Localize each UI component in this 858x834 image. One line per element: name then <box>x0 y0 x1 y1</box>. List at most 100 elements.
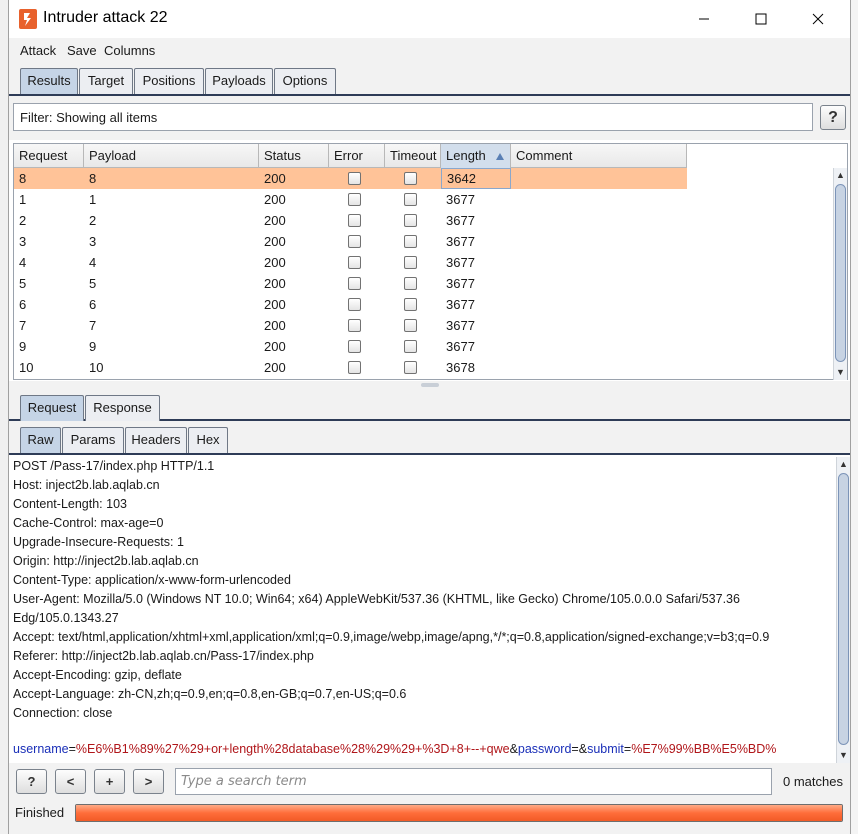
pane-splitter[interactable] <box>9 381 850 389</box>
error-checkbox <box>348 172 361 185</box>
request-line: Accept-Language: zh-CN,zh;q=0.9,en;q=0.8… <box>13 687 407 701</box>
results-scrollbar[interactable]: ▲ ▼ <box>833 168 847 380</box>
scroll-down-icon[interactable]: ▼ <box>837 748 850 762</box>
help-button[interactable]: ? <box>820 105 846 130</box>
status-cell: 200 <box>264 339 286 354</box>
request-scrollbar[interactable]: ▲ ▼ <box>836 457 850 763</box>
title-bar: Intruder attack 22 <box>9 0 850 38</box>
request-cell: 5 <box>19 276 27 291</box>
tab-positions[interactable]: Positions <box>134 68 204 94</box>
payload-cell: 3 <box>89 234 97 249</box>
table-row[interactable]: 2 2 200 3677 <box>14 210 687 231</box>
length-cell: 3677 <box>446 339 475 354</box>
length-cell: 3677 <box>446 276 475 291</box>
table-row[interactable]: 5 5 200 3677 <box>14 273 687 294</box>
column-header-comment[interactable]: Comment <box>511 144 687 168</box>
tab-raw[interactable]: Raw <box>20 427 61 453</box>
timeout-checkbox <box>404 214 417 227</box>
maximize-button[interactable] <box>738 0 784 38</box>
scroll-thumb[interactable] <box>835 184 846 362</box>
tab-request[interactable]: Request <box>20 395 84 421</box>
comment-cell <box>511 273 687 294</box>
tab-target[interactable]: Target <box>79 68 133 94</box>
sort-ascending-icon <box>496 153 504 160</box>
tab-payloads[interactable]: Payloads <box>205 68 273 94</box>
table-row[interactable]: 1 1 200 3677 <box>14 189 687 210</box>
close-icon <box>812 13 824 25</box>
search-bar: ? < + > 0 matches <box>9 763 850 799</box>
error-checkbox <box>348 256 361 269</box>
param-join: & <box>509 742 518 756</box>
param-key-submit: submit <box>587 742 624 756</box>
splitter-grip-icon[interactable] <box>421 383 439 387</box>
table-header: Request Payload Status Error Timeout Len… <box>14 144 687 168</box>
tab-hex[interactable]: Hex <box>188 427 228 453</box>
table-row[interactable]: 7 7 200 3677 <box>14 315 687 336</box>
request-cell: 3 <box>19 234 27 249</box>
column-header-timeout[interactable]: Timeout <box>385 144 441 168</box>
request-line: Accept-Encoding: gzip, deflate <box>13 668 182 682</box>
payload-cell: 10 <box>89 360 104 375</box>
table-row[interactable]: 6 6 200 3677 <box>14 294 687 315</box>
burp-logo-icon <box>19 9 37 29</box>
scroll-up-icon[interactable]: ▲ <box>834 168 847 182</box>
timeout-checkbox <box>404 361 417 374</box>
request-line: Edg/105.0.1343.27 <box>13 611 119 625</box>
column-header-request[interactable]: Request <box>14 144 84 168</box>
column-header-payload[interactable]: Payload <box>84 144 259 168</box>
tab-params[interactable]: Params <box>62 427 124 453</box>
minimize-button[interactable] <box>681 0 727 38</box>
tab-headers[interactable]: Headers <box>125 427 187 453</box>
param-value-username: %E6%B1%89%27%29+or+length%28database%28%… <box>75 742 510 756</box>
comment-cell <box>511 210 687 231</box>
status-cell: 200 <box>264 318 286 333</box>
param-key-password: password <box>517 742 572 756</box>
filter-bar[interactable]: Filter: Showing all items <box>13 103 813 131</box>
tab-response[interactable]: Response <box>85 395 160 421</box>
error-checkbox <box>348 193 361 206</box>
status-bar: Finished <box>9 799 850 834</box>
close-button[interactable] <box>795 0 841 38</box>
tab-options[interactable]: Options <box>274 68 336 94</box>
request-cell: 10 <box>19 360 34 375</box>
table-row[interactable]: 4 4 200 3677 <box>14 252 687 273</box>
intruder-attack-window: Intruder attack 22 Attack Save Columns R… <box>8 0 851 834</box>
menu-save[interactable]: Save <box>67 43 97 58</box>
search-next-button[interactable]: > <box>133 769 164 794</box>
menu-attack[interactable]: Attack <box>20 43 56 58</box>
table-row[interactable]: 3 3 200 3677 <box>14 231 687 252</box>
comment-cell <box>511 294 687 315</box>
timeout-checkbox <box>404 298 417 311</box>
timeout-checkbox <box>404 193 417 206</box>
progress-fill <box>76 805 842 821</box>
request-line: Referer: http://inject2b.lab.aqlab.cn/Pa… <box>13 649 314 663</box>
search-input[interactable] <box>175 768 772 795</box>
table-row[interactable]: 9 9 200 3677 <box>14 336 687 357</box>
comment-cell <box>511 336 687 357</box>
search-help-button[interactable]: ? <box>16 769 47 794</box>
request-cell: 7 <box>19 318 27 333</box>
raw-request-editor[interactable]: POST /Pass-17/index.php HTTP/1.1 Host: in… <box>9 457 850 763</box>
attack-progress-bar <box>75 804 843 822</box>
status-text: Finished <box>15 805 65 820</box>
param-assign: = <box>68 742 76 756</box>
search-add-button[interactable]: + <box>94 769 125 794</box>
table-row[interactable]: 10 10 200 3678 <box>14 357 687 378</box>
menu-columns[interactable]: Columns <box>104 43 155 58</box>
comment-cell <box>511 189 687 210</box>
column-header-error[interactable]: Error <box>329 144 385 168</box>
results-table: Request Payload Status Error Timeout Len… <box>13 143 848 380</box>
scroll-thumb[interactable] <box>838 473 849 745</box>
column-header-length[interactable]: Length <box>441 144 511 168</box>
search-previous-button[interactable]: < <box>55 769 86 794</box>
comment-cell <box>511 231 687 252</box>
request-cell: 6 <box>19 297 27 312</box>
table-row[interactable]: 8 8 200 3642 <box>14 168 687 189</box>
request-cell: 4 <box>19 255 27 270</box>
column-header-status[interactable]: Status <box>259 144 329 168</box>
tab-results[interactable]: Results <box>20 68 78 94</box>
param-assign: = <box>571 742 579 756</box>
scroll-down-icon[interactable]: ▼ <box>834 365 847 379</box>
scroll-up-icon[interactable]: ▲ <box>837 457 850 471</box>
column-header-length-label: Length <box>446 148 486 163</box>
